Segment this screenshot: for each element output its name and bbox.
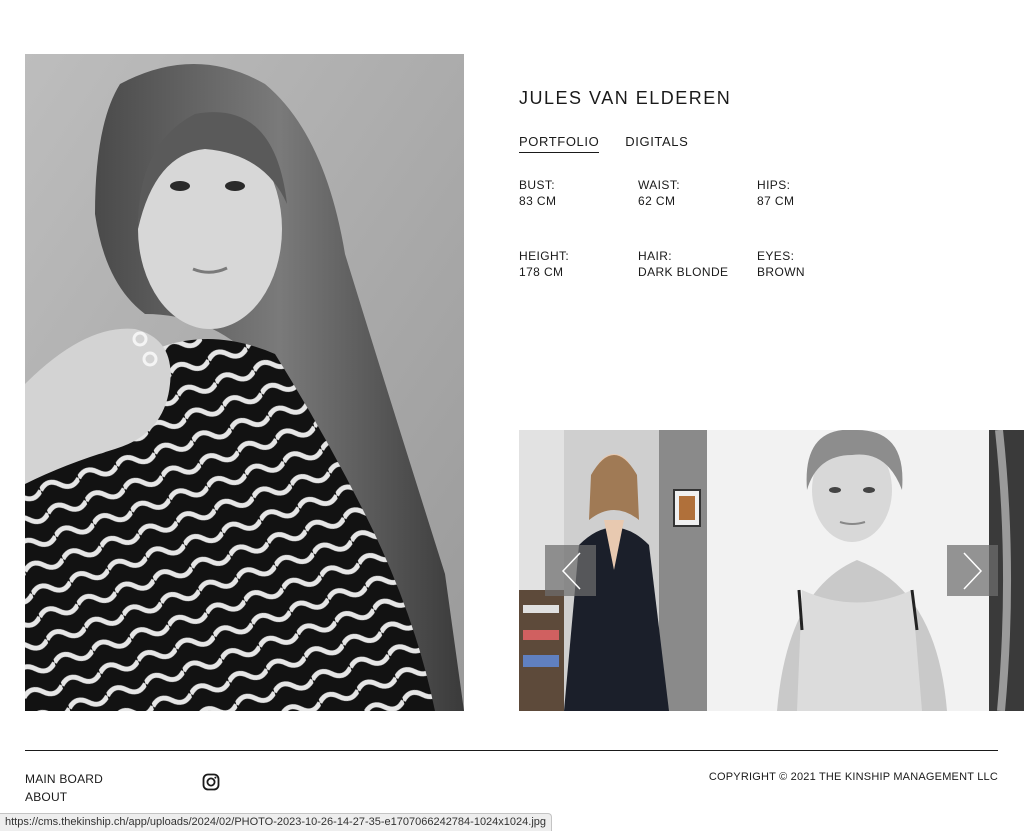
- tab-digitals[interactable]: DIGITALS: [625, 134, 688, 153]
- portfolio-tabs: PORTFOLIO DIGITALS: [519, 134, 688, 153]
- copyright-text: COPYRIGHT © 2021 THE KINSHIP MANAGEMENT …: [708, 771, 998, 783]
- measure-label: EYES:: [757, 249, 795, 263]
- status-bar-url: https://cms.thekinship.ch/app/uploads/20…: [0, 813, 553, 831]
- measure-label: BUST:: [519, 178, 556, 192]
- chevron-right-icon: [962, 551, 982, 590]
- measure-height: HEIGHT: 178 CM: [519, 248, 638, 280]
- measure-value: 83 CM: [519, 194, 557, 208]
- measure-waist: WAIST: 62 CM: [638, 177, 757, 209]
- measure-label: HIPS:: [757, 178, 791, 192]
- chevron-left-icon: [561, 551, 581, 590]
- measure-value: 87 CM: [757, 194, 795, 208]
- measure-hips: HIPS: 87 CM: [757, 177, 849, 209]
- measure-value: 178 CM: [519, 265, 564, 279]
- footer-divider: [25, 750, 998, 751]
- measure-hair: HAIR: DARK BLONDE: [638, 248, 757, 280]
- measure-label: WAIST:: [638, 178, 680, 192]
- measurements-grid: BUST: 83 CM WAIST: 62 CM HIPS: 87 CM HEI…: [519, 177, 849, 280]
- photo-carousel[interactable]: [519, 430, 1024, 711]
- carousel-prev-button[interactable]: [545, 545, 596, 596]
- measure-value: DARK BLONDE: [638, 265, 729, 279]
- tab-portfolio[interactable]: PORTFOLIO: [519, 134, 600, 153]
- instagram-icon[interactable]: [202, 773, 220, 791]
- carousel-next-button[interactable]: [947, 545, 998, 596]
- measure-label: HEIGHT:: [519, 249, 570, 263]
- measure-value: 62 CM: [638, 194, 676, 208]
- measure-bust: BUST: 83 CM: [519, 177, 638, 209]
- main-portrait-photo: [25, 54, 464, 711]
- measure-eyes: EYES: BROWN: [757, 248, 849, 280]
- footer-link-about[interactable]: ABOUT: [25, 790, 67, 804]
- measure-label: HAIR:: [638, 249, 673, 263]
- measure-value: BROWN: [757, 265, 805, 279]
- model-name: JULES VAN ELDEREN: [519, 88, 732, 108]
- footer-link-main-board[interactable]: MAIN BOARD: [25, 772, 103, 786]
